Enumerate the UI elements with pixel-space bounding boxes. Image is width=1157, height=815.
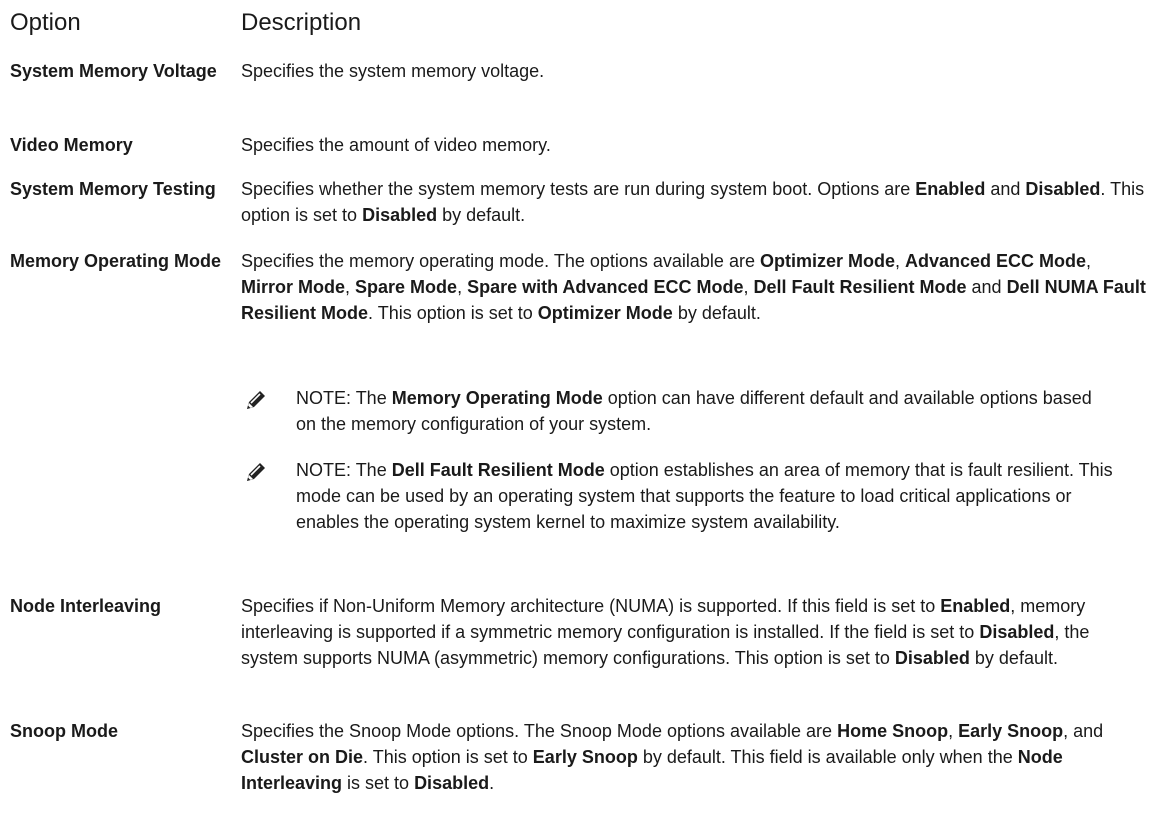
note-body: The Dell Fault Resilient Mode option est…: [296, 460, 1113, 532]
emphasized-term: Dell Fault Resilient Mode: [391, 460, 605, 480]
emphasized-term: Disabled: [979, 622, 1055, 642]
text-run: ,: [345, 277, 356, 297]
option-name: Node Interleaving: [10, 596, 162, 616]
emphasized-term: Home Snoop: [837, 721, 949, 741]
bios-options-table: Option Description System Memory Voltage…: [0, 0, 1157, 793]
emphasized-term: Dell Fault Resilient Mode: [753, 277, 967, 297]
text-run: The: [351, 388, 392, 408]
emphasized-term: Disabled: [414, 773, 490, 793]
option-name: System Memory Testing: [10, 179, 216, 199]
emphasized-term: Spare with Advanced ECC Mode: [467, 277, 744, 297]
text-run: Specifies the system memory voltage.: [241, 61, 545, 81]
note-text: NOTE: The Dell Fault Resilient Mode opti…: [296, 457, 1116, 535]
text-run: by default. This field is available only…: [637, 747, 1018, 767]
emphasized-term: Spare Mode: [355, 277, 458, 297]
text-run: ,: [457, 277, 468, 297]
text-run: ,: [894, 251, 905, 271]
emphasized-term: Mirror Mode: [241, 277, 346, 297]
text-run: by default.: [969, 648, 1058, 668]
text-run: ,: [1086, 251, 1092, 271]
emphasized-term: Disabled: [362, 205, 438, 225]
option-description: Specifies the amount of video memory.: [241, 132, 1146, 158]
text-run: and: [985, 179, 1026, 199]
text-run: The: [351, 460, 392, 480]
text-run: . This option is set to: [368, 303, 538, 323]
note-text: NOTE: The Memory Operating Mode option c…: [296, 385, 1116, 437]
option-name: Snoop Mode: [10, 721, 118, 741]
text-run: is set to: [342, 773, 415, 793]
emphasized-term: Disabled: [894, 648, 970, 668]
option-name: Video Memory: [10, 135, 133, 155]
option-description: Specifies if Non-Uniform Memory architec…: [241, 593, 1146, 671]
option-name: System Memory Voltage: [10, 61, 217, 81]
emphasized-term: Enabled: [915, 179, 986, 199]
option-description: Specifies the system memory voltage.: [241, 58, 1146, 84]
option-name: Memory Operating Mode: [10, 251, 222, 271]
text-run: ,: [743, 277, 754, 297]
text-run: Specifies whether the system memory test…: [241, 179, 916, 199]
emphasized-term: Optimizer Mode: [537, 303, 673, 323]
note-label: NOTE:: [296, 388, 352, 408]
text-run: ,: [948, 721, 959, 741]
text-run: .: [489, 773, 495, 793]
text-run: and: [966, 277, 1007, 297]
text-run: Specifies the Snoop Mode options. The Sn…: [241, 721, 838, 741]
header-option: Option: [10, 9, 81, 36]
note-label: NOTE:: [296, 460, 352, 480]
emphasized-term: Advanced ECC Mode: [905, 251, 1087, 271]
emphasized-term: Early Snoop: [958, 721, 1064, 741]
option-description: Specifies the memory operating mode. The…: [241, 248, 1146, 326]
text-run: . This option is set to: [363, 747, 533, 767]
option-description: Specifies the Snoop Mode options. The Sn…: [241, 718, 1146, 796]
text-run: Specifies the amount of video memory.: [241, 135, 551, 155]
emphasized-term: Cluster on Die: [241, 747, 364, 767]
emphasized-term: Enabled: [940, 596, 1011, 616]
text-run: by default.: [437, 205, 526, 225]
text-run: by default.: [672, 303, 761, 323]
pencil-note-icon: [247, 463, 265, 481]
pencil-note-icon: [247, 391, 265, 409]
table-header: Option Description: [0, 0, 1157, 56]
emphasized-term: Optimizer Mode: [759, 251, 895, 271]
text-run: Specifies if Non-Uniform Memory architec…: [241, 596, 941, 616]
header-description: Description: [241, 9, 362, 36]
text-run: Specifies the memory operating mode. The…: [241, 251, 760, 271]
emphasized-term: Memory Operating Mode: [391, 388, 603, 408]
emphasized-term: Early Snoop: [532, 747, 638, 767]
option-description: Specifies whether the system memory test…: [241, 176, 1146, 228]
note-body: The Memory Operating Mode option can hav…: [296, 388, 1092, 434]
text-run: , and: [1063, 721, 1104, 741]
emphasized-term: Disabled: [1025, 179, 1101, 199]
